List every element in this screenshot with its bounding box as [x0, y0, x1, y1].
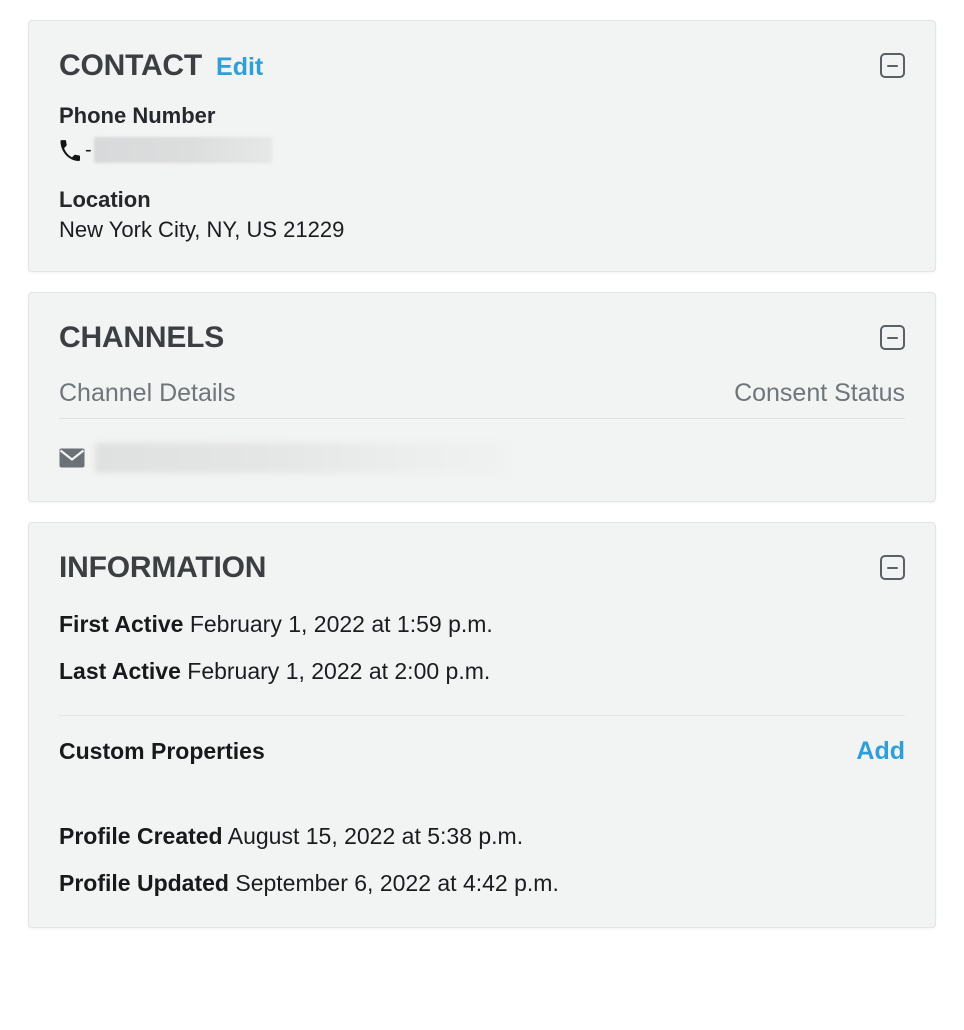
phone-number-row: -: [59, 135, 905, 165]
location-field: Location New York City, NY, US 21229: [59, 187, 905, 243]
collapse-minus-icon[interactable]: [880, 53, 905, 78]
email-icon: [59, 448, 85, 468]
minus-bar: [887, 64, 898, 67]
add-custom-property-link[interactable]: Add: [856, 739, 905, 764]
contact-panel: CONTACT Edit Phone Number - Location New…: [28, 20, 936, 272]
minus-bar: [887, 566, 898, 569]
contact-title-row: CONTACT Edit: [59, 51, 263, 81]
channels-panel-header: CHANNELS: [59, 293, 905, 353]
first-active-row: First Active February 1, 2022 at 1:59 p.…: [59, 611, 905, 638]
profile-sidebar: CONTACT Edit Phone Number - Location New…: [0, 0, 964, 1030]
profile-updated-label: Profile Updated: [59, 870, 229, 896]
location-label: Location: [59, 187, 151, 212]
custom-properties-label: Custom Properties: [59, 738, 265, 764]
column-header-consent-status: Consent Status: [734, 379, 905, 407]
collapse-minus-icon[interactable]: [880, 325, 905, 350]
channels-panel: CHANNELS Channel Details Consent Status: [28, 292, 936, 502]
page-title: CONTACT: [59, 49, 203, 82]
information-title: INFORMATION: [59, 551, 267, 584]
information-title-row: INFORMATION: [59, 553, 266, 583]
first-active-label: First Active: [59, 611, 184, 637]
phone-number-field: Phone Number -: [59, 103, 905, 165]
information-panel-header: INFORMATION: [59, 523, 905, 583]
profile-created-row: Profile Created August 15, 2022 at 5:38 …: [59, 823, 905, 850]
information-panel: INFORMATION First Active February 1, 202…: [28, 522, 936, 928]
custom-properties-row: Custom Properties Add: [59, 738, 905, 765]
contact-body: Phone Number - Location New York City, N…: [59, 103, 905, 271]
last-active-value: February 1, 2022 at 2:00 p.m.: [187, 658, 491, 684]
channels-title-row: CHANNELS: [59, 323, 224, 353]
table-row[interactable]: [59, 441, 905, 475]
profile-created-label: Profile Created: [59, 823, 223, 849]
channels-table-header: Channel Details Consent Status: [59, 379, 905, 419]
phone-number-label: Phone Number: [59, 103, 216, 128]
channel-email-value-redacted: [95, 443, 507, 473]
channels-body: Channel Details Consent Status: [59, 379, 905, 501]
information-body: First Active February 1, 2022 at 1:59 p.…: [59, 611, 905, 927]
phone-prefix: -: [85, 138, 92, 161]
profile-created-value: August 15, 2022 at 5:38 p.m.: [227, 823, 524, 849]
profile-updated-value: September 6, 2022 at 4:42 p.m.: [235, 870, 559, 896]
first-active-value: February 1, 2022 at 1:59 p.m.: [189, 611, 493, 637]
contact-edit-link[interactable]: Edit: [216, 55, 263, 80]
phone-icon: [60, 140, 80, 161]
minus-bar: [887, 336, 898, 339]
last-active-label: Last Active: [59, 658, 181, 684]
location-value: New York City, NY, US 21229: [59, 217, 345, 242]
column-header-channel-details: Channel Details: [59, 379, 236, 407]
collapse-minus-icon[interactable]: [880, 555, 905, 580]
contact-panel-header: CONTACT Edit: [59, 21, 905, 81]
profile-updated-row: Profile Updated September 6, 2022 at 4:4…: [59, 870, 905, 897]
section-divider: [59, 715, 905, 716]
last-active-row: Last Active February 1, 2022 at 2:00 p.m…: [59, 658, 905, 685]
phone-number-value-redacted: [93, 137, 272, 163]
channels-title: CHANNELS: [59, 321, 225, 354]
